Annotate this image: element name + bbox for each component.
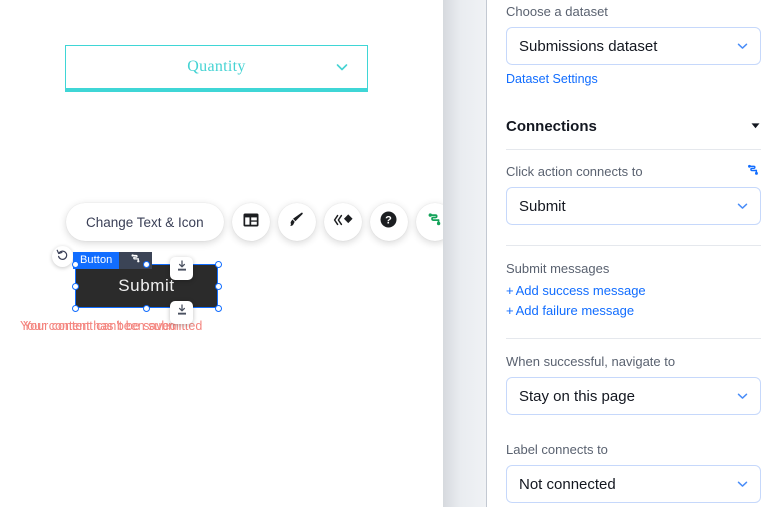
submit-button-label: Submit: [118, 276, 175, 295]
divider-connections: [506, 149, 761, 150]
resize-handle-middle-left[interactable]: [71, 282, 79, 290]
resize-handle-top-left[interactable]: [71, 260, 79, 268]
plus-icon: +: [506, 283, 514, 298]
add-failure-message-link[interactable]: + Add failure message: [506, 303, 761, 318]
connect-panel: Choose a dataset Submissions dataset Dat…: [488, 0, 779, 507]
click-action-select-value: Submit: [519, 197, 566, 215]
brush-icon: [287, 210, 306, 234]
navigate-label: When successful, navigate to: [506, 354, 676, 369]
import-badge-top[interactable]: [170, 257, 193, 280]
resize-handle-top-right[interactable]: [214, 260, 222, 268]
element-tag[interactable]: Button: [73, 252, 153, 270]
svg-text:?: ?: [385, 215, 392, 227]
navigate-select-value: Stay on this page: [519, 387, 635, 405]
quantity-dropdown-label: Quantity: [187, 58, 246, 75]
divider-submit-messages: [506, 245, 761, 246]
failure-message-text: Your content can't be saved: [23, 319, 177, 333]
element-tag-label: Button: [73, 252, 120, 269]
animation-icon: [332, 211, 354, 234]
resize-handle-bottom-center[interactable]: [143, 304, 150, 312]
help-button[interactable]: ?: [369, 203, 408, 241]
resize-handle-middle-right[interactable]: [214, 282, 222, 290]
element-toolbar[interactable]: Change Text & Icon ?: [66, 203, 443, 241]
layout-button[interactable]: [231, 203, 270, 241]
dataset-select[interactable]: Submissions dataset: [506, 27, 761, 65]
add-success-message-label: Add success message: [515, 283, 646, 298]
change-text-and-icon-button[interactable]: Change Text & Icon: [66, 203, 224, 241]
connect-to-data-icon[interactable]: [745, 162, 761, 183]
dataset-label: Choose a dataset: [506, 4, 608, 19]
label-connects-select-value: Not connected: [519, 475, 616, 493]
chevron-down-icon: [736, 40, 749, 53]
app-root: Quantity Change Text & Icon ? Button Sub…: [0, 0, 779, 507]
dataset-select-value: Submissions dataset: [519, 37, 658, 55]
label-connects-select[interactable]: Not connected: [506, 465, 761, 503]
panel-gutter: [443, 0, 487, 507]
connections-section-header[interactable]: Connections: [506, 118, 761, 135]
chevron-down-icon: [736, 478, 749, 491]
navigate-field: When successful, navigate to Stay on thi…: [506, 354, 761, 415]
import-icon: [175, 303, 189, 322]
design-button[interactable]: [277, 203, 316, 241]
plus-icon: +: [506, 303, 514, 318]
import-badge-bottom[interactable]: [170, 301, 193, 324]
chevron-down-icon: [335, 60, 349, 74]
dataset-field: Choose a dataset Submissions dataset Dat…: [506, 4, 761, 88]
resize-handle-bottom-left[interactable]: [71, 304, 79, 312]
connect-to-data-icon: [129, 252, 142, 270]
import-icon: [175, 259, 189, 278]
submit-messages-field: Submit messages + Add success message + Ad…: [506, 260, 761, 318]
quantity-dropdown-element[interactable]: Quantity: [65, 45, 368, 92]
connect-to-data-button[interactable]: [415, 203, 443, 241]
editor-canvas[interactable]: Quantity Change Text & Icon ? Button Sub…: [0, 0, 443, 507]
click-action-field: Click action connects to Submit: [506, 164, 761, 225]
click-action-select[interactable]: Submit: [506, 187, 761, 225]
label-connects-label: Label connects to: [506, 442, 608, 457]
resize-handle-top-center[interactable]: [143, 260, 150, 268]
layout-icon: [242, 211, 260, 234]
submit-messages-label: Submit messages: [506, 261, 610, 276]
dataset-settings-link[interactable]: Dataset Settings: [506, 72, 598, 86]
resize-handle-bottom-right[interactable]: [214, 304, 222, 312]
label-connects-field: Label connects to Not connected: [506, 442, 761, 503]
divider-navigate: [506, 338, 761, 339]
undo-button[interactable]: [52, 246, 73, 267]
change-text-and-icon-label: Change Text & Icon: [86, 214, 204, 230]
connections-title: Connections: [506, 118, 597, 135]
add-failure-message-label: Add failure message: [515, 303, 635, 318]
submit-button-element[interactable]: Submit: [75, 264, 218, 308]
chevron-down-icon: [736, 390, 749, 403]
animation-button[interactable]: [323, 203, 362, 241]
navigate-select[interactable]: Stay on this page: [506, 377, 761, 415]
click-action-label: Click action connects to: [506, 164, 643, 179]
add-success-message-link[interactable]: + Add success message: [506, 283, 761, 298]
undo-icon: [56, 248, 69, 266]
connect-to-data-icon: [425, 210, 443, 234]
help-icon: ?: [379, 210, 398, 234]
chevron-down-icon: [736, 200, 749, 213]
triangle-down-icon[interactable]: [750, 118, 761, 135]
